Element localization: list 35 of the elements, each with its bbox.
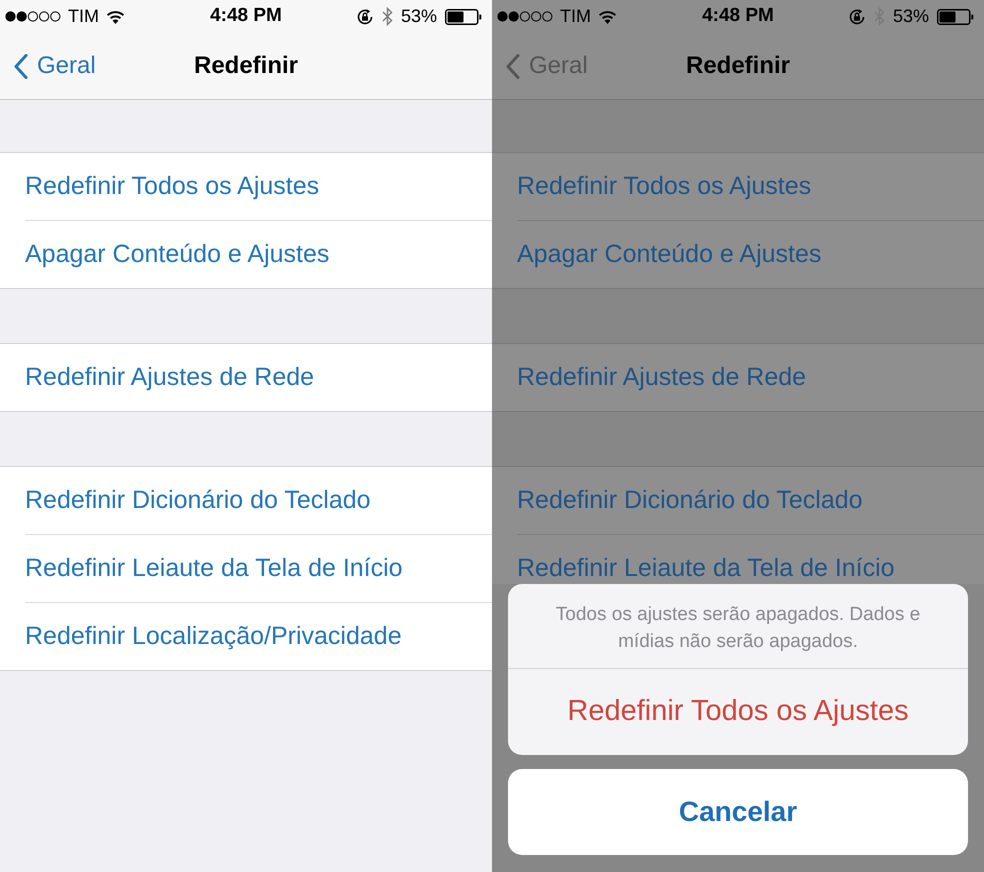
back-button[interactable]: Geral: [0, 48, 96, 84]
wifi-icon: [598, 10, 617, 24]
settings-row[interactable]: Apagar Conteúdo e Ajustes: [0, 221, 492, 288]
battery-percent: 53%: [892, 5, 929, 28]
wifi-icon: [106, 10, 125, 24]
status-time: 4:48 PM: [210, 4, 282, 28]
action-button[interactable]: Redefinir Todos os Ajustes: [508, 669, 968, 755]
settings-row[interactable]: Redefinir Todos os Ajustes: [0, 153, 492, 220]
battery-icon: [937, 8, 974, 24]
settings-row[interactable]: Redefinir Dicionário do Teclado: [492, 467, 984, 534]
alert-message: Todos os ajustes serão apagados. Dados e mídias não serão apagados.: [554, 603, 922, 654]
settings-row[interactable]: Apagar Conteúdo e Ajustes: [492, 221, 984, 288]
back-button[interactable]: Geral: [492, 48, 588, 84]
settings-row[interactable]: Redefinir Localização/Privacidade: [0, 603, 492, 670]
settings-row[interactable]: Redefinir Ajustes de Rede: [492, 344, 984, 411]
settings-row[interactable]: Redefinir Leiaute da Tela de Início: [0, 535, 492, 602]
carrier-name: TIM: [68, 5, 99, 28]
chevron-left-icon: [14, 54, 28, 78]
bluetooth-icon: [382, 7, 393, 26]
orientation-lock-icon: [848, 8, 866, 26]
nav-title: Redefinir: [194, 51, 298, 81]
signal-dots-icon: [5, 11, 61, 22]
cancel-button[interactable]: Cancelar: [508, 769, 968, 855]
settings-row[interactable]: Redefinir Ajustes de Rede: [0, 344, 492, 411]
settings-row[interactable]: Redefinir Leiaute da Tela de Início: [492, 535, 984, 584]
battery-icon: [445, 8, 482, 24]
status-time: 4:48 PM: [702, 4, 774, 28]
settings-row[interactable]: Redefinir Dicionário do Teclado: [0, 467, 492, 534]
battery-percent: 53%: [400, 5, 437, 28]
chevron-left-icon: [506, 54, 520, 78]
orientation-lock-icon: [356, 8, 374, 26]
nav-title: Redefinir: [686, 51, 790, 81]
carrier-name: TIM: [560, 5, 591, 28]
signal-dots-icon: [497, 11, 553, 22]
settings-row[interactable]: Redefinir Todos os Ajustes: [492, 153, 984, 220]
